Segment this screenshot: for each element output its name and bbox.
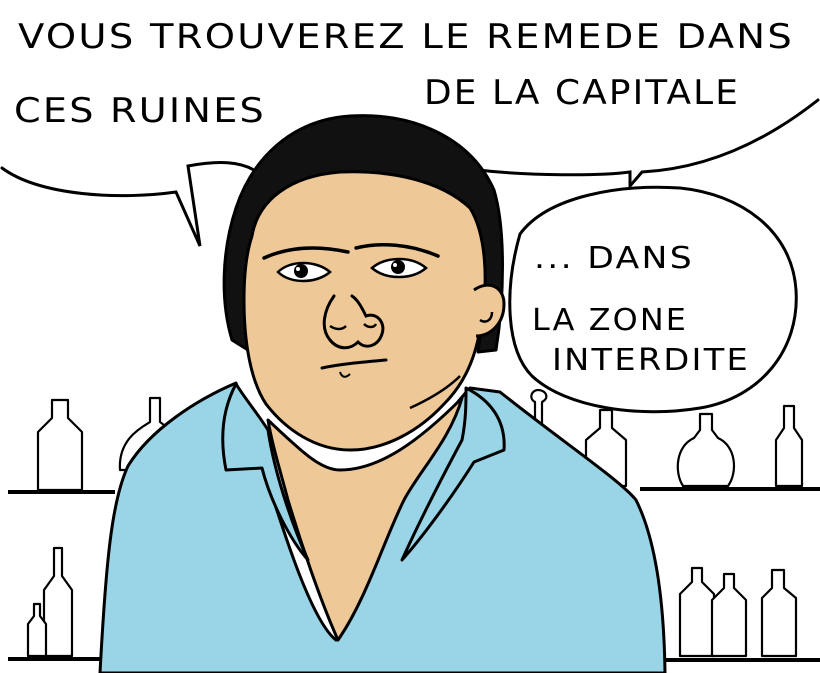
bottle-icon	[774, 404, 804, 488]
pupil-right-highlight	[393, 263, 397, 267]
bubble-line-2: LA ZONE	[532, 303, 688, 338]
bottle-icon	[42, 546, 74, 658]
bottle-icon	[36, 398, 84, 492]
speech-line-1: VOUS TROUVEREZ LE REMEDE DANS	[18, 17, 794, 57]
speech-line-2a: CES RUINES	[14, 91, 266, 131]
pupil-left	[294, 264, 308, 278]
bottle-icon	[710, 572, 748, 658]
bottle-icon	[676, 412, 736, 488]
bubble-line-1: ... DANS	[534, 241, 694, 276]
pupil-left-highlight	[296, 267, 300, 271]
speech-line-2b: DE LA CAPITALE	[424, 73, 740, 113]
comic-panel: VOUS TROUVEREZ LE REMEDE DANS CES RUINES…	[0, 17, 820, 673]
speech-bubble-round	[508, 185, 798, 414]
pupil-right	[391, 260, 405, 274]
bottle-icon	[760, 568, 798, 658]
bottle-icon	[678, 566, 716, 658]
bubble-line-3: INTERDITE	[552, 343, 750, 378]
